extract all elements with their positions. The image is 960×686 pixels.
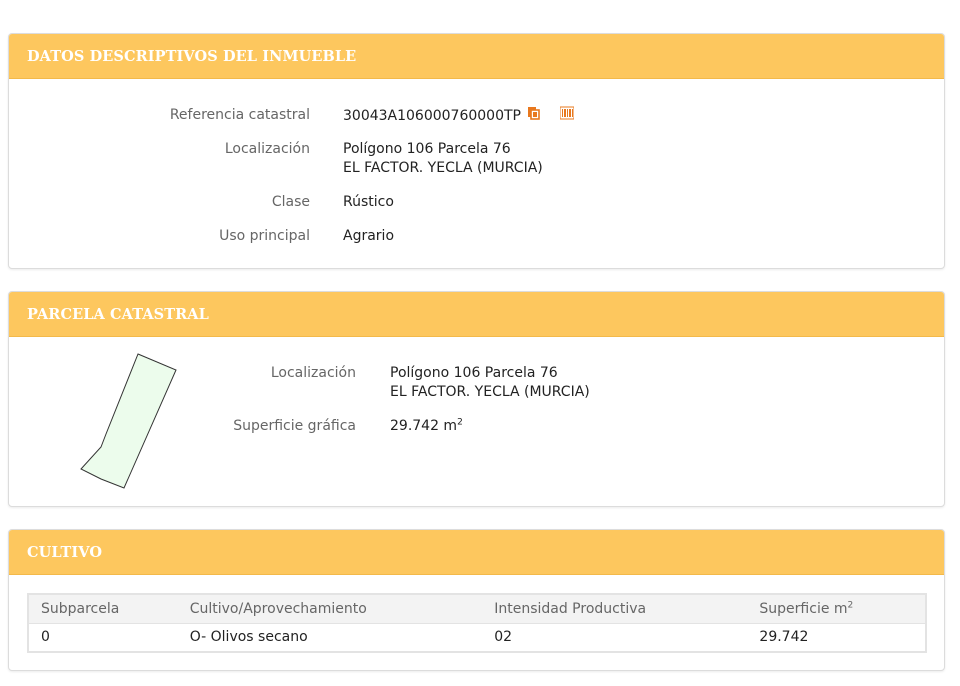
clase-label: Clase: [271, 194, 310, 210]
col-header-superficie: Superficie m2: [747, 594, 926, 624]
col-header-subparcela: Subparcela: [28, 594, 178, 624]
col-header-intensidad: Intensidad Productiva: [482, 594, 748, 624]
parcela-localizacion-label: Localización: [270, 365, 356, 381]
referencia-value[interactable]: 30043A106000760000TP: [343, 108, 521, 124]
referencia-label: Referencia catastral: [169, 107, 310, 123]
panel-cultivo: CULTIVO Subparcela Cultivo/Aprovechamien…: [8, 529, 945, 671]
cultivo-table: Subparcela Cultivo/Aprovechamiento Inten…: [27, 593, 927, 653]
col-header-cultivo: Cultivo/Aprovechamiento: [177, 594, 483, 624]
barcode-icon[interactable]: [559, 106, 575, 126]
referencia-value-row: 30043A106000760000TP: [343, 106, 575, 126]
cell-cultivo: O- Olivos secano: [177, 623, 483, 653]
clase-value: Rústico: [343, 194, 394, 210]
uso-value: Agrario: [343, 228, 395, 244]
table-row: 0 O- Olivos secano 02 29.742: [28, 623, 926, 653]
parcela-localizacion-line2: EL FACTOR. YECLA (MURCIA): [390, 384, 590, 400]
panel-parcela-catastral: PARCELA CATASTRAL Localización Polígono …: [8, 291, 945, 507]
panel-header-cultivo: CULTIVO: [9, 530, 944, 575]
table-header-row: Subparcela Cultivo/Aprovechamiento Inten…: [28, 594, 926, 624]
cell-subparcela: 0: [28, 623, 178, 653]
panel-title-cultivo: CULTIVO: [27, 543, 103, 561]
localizacion-label: Localización: [224, 141, 310, 157]
copy-icon[interactable]: [527, 106, 541, 126]
parcela-localizacion-line1: Polígono 106 Parcela 76: [390, 365, 558, 381]
panel-datos-descriptivos: DATOS DESCRIPTIVOS DEL INMUEBLE Referenc…: [8, 33, 945, 269]
panel-title-parcela: PARCELA CATASTRAL: [27, 305, 209, 323]
localizacion-line1: Polígono 106 Parcela 76: [343, 141, 511, 157]
uso-label: Uso principal: [219, 228, 310, 244]
panel-header-datos: DATOS DESCRIPTIVOS DEL INMUEBLE: [9, 34, 944, 79]
superficie-grafica-label: Superficie gráfica: [233, 418, 356, 434]
superficie-grafica-value: 29.742 m2: [390, 417, 463, 434]
panel-header-parcela: PARCELA CATASTRAL: [9, 292, 944, 337]
cell-superficie: 29.742: [747, 623, 926, 653]
panel-title-datos: DATOS DESCRIPTIVOS DEL INMUEBLE: [27, 47, 357, 65]
cell-intensidad: 02: [482, 623, 748, 653]
localizacion-line2: EL FACTOR. YECLA (MURCIA): [343, 160, 543, 176]
